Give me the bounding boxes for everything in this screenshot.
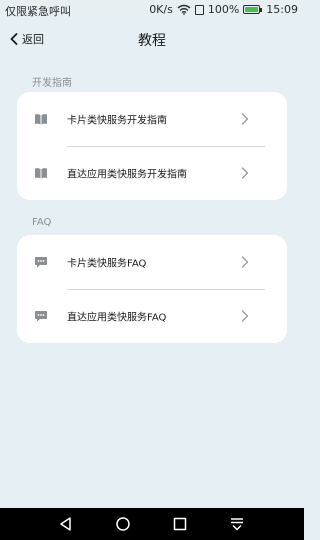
book-icon [35, 114, 47, 125]
home-circle-icon[interactable] [114, 515, 132, 533]
chevron-right-icon [241, 310, 249, 322]
list-item-direct-app-guide[interactable]: 直达应用类快服务开发指南 [17, 146, 287, 200]
book-icon [35, 168, 47, 179]
chevron-right-icon [241, 256, 249, 268]
chevron-right-icon [241, 167, 249, 179]
chat-bubble-icon [35, 257, 47, 268]
app-header: 返回 教程 [0, 20, 304, 60]
wifi-icon [177, 4, 191, 15]
network-speed: 0K/s [149, 3, 173, 16]
carrier-text: 仅限紧急呼叫 [5, 5, 71, 18]
list-item-label: 卡片类快服务开发指南 [67, 115, 167, 127]
sim-card-icon [194, 4, 204, 15]
notification-pull-icon[interactable] [228, 515, 246, 533]
chevron-right-icon [241, 113, 249, 125]
list-item-direct-app-faq[interactable]: 直达应用类快服务FAQ [17, 289, 287, 343]
list-item-label: 卡片类快服务FAQ [67, 258, 147, 270]
battery-percent: 100% [207, 3, 240, 16]
back-triangle-icon[interactable] [57, 515, 75, 533]
dev-guide-card: 卡片类快服务开发指南 直达应用类快服务开发指南 [17, 92, 287, 200]
status-bar-right: 0K/s 100% 15:09 [149, 3, 298, 16]
section-label-faq: FAQ [32, 217, 52, 228]
list-item-label: 直达应用类快服务FAQ [67, 312, 167, 324]
list-item-card-service-faq[interactable]: 卡片类快服务FAQ [17, 235, 287, 289]
page-title: 教程 [138, 33, 166, 49]
faq-card: 卡片类快服务FAQ 直达应用类快服务FAQ [17, 235, 287, 343]
battery-icon [243, 5, 263, 14]
list-item-label: 直达应用类快服务开发指南 [67, 169, 187, 181]
chat-bubble-icon [35, 311, 47, 322]
recents-square-icon[interactable] [171, 515, 189, 533]
status-bar: 仅限紧急呼叫 0K/s 100% 15:09 [0, 0, 304, 20]
section-label-dev-guide: 开发指南 [32, 78, 72, 89]
clock: 15:09 [266, 3, 298, 16]
system-nav-bar [0, 508, 304, 540]
list-item-card-service-guide[interactable]: 卡片类快服务开发指南 [17, 92, 287, 146]
